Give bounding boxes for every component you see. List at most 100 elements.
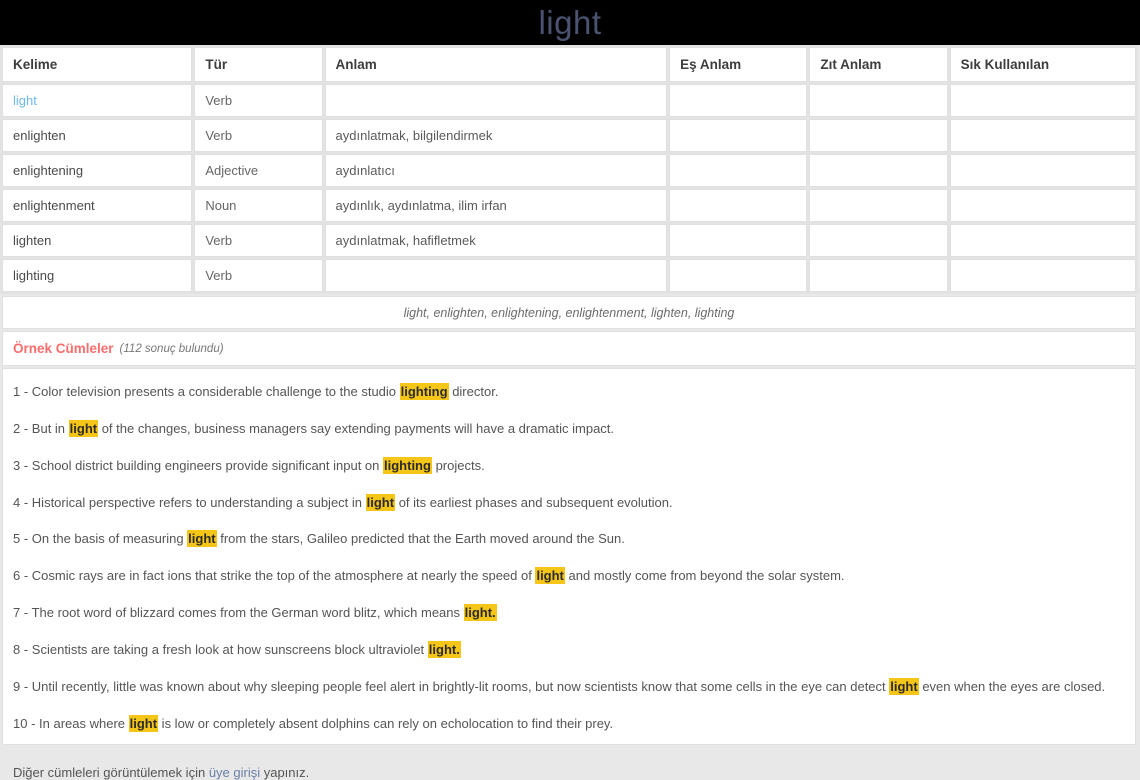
column-header-sik-kullanilan: Sık Kullanılan xyxy=(949,47,1136,82)
highlighted-term: light xyxy=(128,714,159,732)
cell-tur: Noun xyxy=(194,189,323,222)
table-row: lighten Verb aydınlatmak, hafifletmek xyxy=(2,224,1136,257)
table-row: enlighten Verb aydınlatmak, bilgilendirmek xyxy=(2,119,1136,152)
sentence-text-after: even when the eyes are closed. xyxy=(918,678,1106,694)
cell-tur: Verb xyxy=(194,224,323,257)
cell-zit-anlam xyxy=(809,119,948,152)
cell-es-anlam xyxy=(669,259,808,292)
sentence-text-before: Color television presents a considerable… xyxy=(31,384,400,399)
highlighted-term: light xyxy=(365,493,396,511)
table-row: enlightenment Noun aydınlık, aydınlatma, i… xyxy=(2,189,1136,222)
sentence-text-before: Cosmic rays are in fact ions that strike… xyxy=(31,568,536,584)
example-sentence: 6 - Cosmic rays are in fact ions that st… xyxy=(13,567,1125,586)
word-table: Kelime Tür Anlam Eş Anlam Zıt Anlam Sık … xyxy=(0,45,1138,294)
sentence-text-after: from the stars, Galileo predicted that t… xyxy=(216,531,625,547)
cell-sik-kullanilan xyxy=(949,119,1136,152)
cell-kelime: enlighten xyxy=(2,119,193,152)
sentence-number: 10 - xyxy=(13,715,40,731)
sentence-text-before: The root word of blizzard comes from the… xyxy=(31,605,464,621)
sentence-number: 6 - xyxy=(13,568,32,584)
cell-kelime: lighten xyxy=(2,224,193,257)
sentence-number: 4 - xyxy=(13,494,32,510)
example-sentence: 3 - School district building engineers p… xyxy=(13,456,1125,476)
cell-zit-anlam xyxy=(809,189,948,222)
sentence-number: 8 - xyxy=(13,641,32,657)
word-table-body: light Verb enlighten Verb aydınlatmak, bilgi… xyxy=(2,84,1136,292)
sentence-text-after: and mostly come from beyond the solar sy… xyxy=(564,568,845,584)
cell-zit-anlam xyxy=(809,84,948,117)
cell-zit-anlam xyxy=(809,224,948,257)
cell-es-anlam xyxy=(669,189,808,222)
column-header-kelime: Kelime xyxy=(2,47,193,82)
highlighted-term: light. xyxy=(427,640,461,658)
login-note-before: Diğer cümleleri görüntülemek için xyxy=(13,765,209,780)
table-header-row: Kelime Tür Anlam Eş Anlam Zıt Anlam Sık … xyxy=(2,47,1136,82)
cell-tur: Adjective xyxy=(194,154,323,187)
login-note: Diğer cümleleri görüntülemek için üye gi… xyxy=(13,765,1125,780)
examples-title: Örnek Cümleler xyxy=(13,341,114,356)
highlighted-term: lighting xyxy=(383,456,432,474)
cell-sik-kullanilan xyxy=(949,224,1136,257)
sentence-number: 7 - xyxy=(13,605,32,621)
cell-zit-anlam xyxy=(809,259,948,292)
cell-anlam: aydınlık, aydınlatma, ilim irfan xyxy=(324,189,668,222)
highlighted-term: light xyxy=(535,567,565,585)
examples-result-count: (112 sonuç bulundu) xyxy=(119,342,224,355)
cell-tur: Verb xyxy=(194,119,323,152)
table-row: enlightening Adjective aydınlatıcı xyxy=(2,154,1136,187)
example-sentence: 2 - But in light of the changes, busines… xyxy=(13,419,1125,439)
example-sentence: 9 - Until recently, little was known abo… xyxy=(13,677,1125,697)
sentence-number: 9 - xyxy=(13,678,32,694)
cell-sik-kullanilan xyxy=(949,189,1136,222)
sentence-text-before: But in xyxy=(31,420,69,436)
cell-sik-kullanilan xyxy=(949,84,1136,117)
word-table-header: Kelime Tür Anlam Eş Anlam Zıt Anlam Sık … xyxy=(2,47,1136,82)
cell-kelime: lighting xyxy=(2,259,193,292)
login-note-after: yapınız. xyxy=(260,765,310,780)
word-forms-text: light, enlighten, enlightening, enlighte… xyxy=(403,305,735,320)
cell-anlam: aydınlatıcı xyxy=(324,154,668,187)
sentence-text-after: of its earliest phases and subsequent ev… xyxy=(395,494,673,510)
cell-anlam: aydınlatmak, bilgilendirmek xyxy=(324,119,668,152)
sentence-text-after: projects. xyxy=(431,457,485,473)
example-sentence: 7 - The root word of blizzard comes from… xyxy=(13,604,1125,623)
cell-es-anlam xyxy=(669,154,808,187)
highlighted-term: light. xyxy=(463,604,497,622)
cell-kelime: enlightening xyxy=(2,154,193,187)
cell-es-anlam xyxy=(669,224,808,257)
column-header-tur: Tür xyxy=(194,47,323,82)
cell-es-anlam xyxy=(669,84,808,117)
cell-kelime: enlightenment xyxy=(2,189,193,222)
example-sentence: 8 - Scientists are taking a fresh look a… xyxy=(13,640,1125,660)
sentence-text-after: of the changes, business managers say ex… xyxy=(98,420,615,436)
highlighted-term: light xyxy=(68,419,99,437)
word-forms-row: light, enlighten, enlightening, enlighte… xyxy=(2,296,1136,329)
sentence-text-before: Historical perspective refers to underst… xyxy=(31,494,366,510)
cell-tur: Verb xyxy=(194,84,323,117)
page-title: light xyxy=(538,4,602,41)
sentence-text-before: Until recently, little was known about w… xyxy=(31,678,890,694)
example-sentence: 10 - In areas where light is low or comp… xyxy=(13,714,1125,734)
sentence-number: 2 - xyxy=(13,420,32,436)
highlighted-term: light xyxy=(889,677,919,695)
cell-sik-kullanilan xyxy=(949,259,1136,292)
column-header-anlam: Anlam xyxy=(324,47,668,82)
sentence-text-before: Scientists are taking a fresh look at ho… xyxy=(31,641,428,657)
page-header: light xyxy=(0,0,1140,45)
cell-anlam xyxy=(324,259,668,292)
table-row: light Verb xyxy=(2,84,1136,117)
highlighted-term: light xyxy=(187,530,217,548)
sentence-text-after: is low or completely absent dolphins can… xyxy=(158,715,614,731)
cell-zit-anlam xyxy=(809,154,948,187)
member-login-link[interactable]: üye girişi xyxy=(209,765,260,780)
cell-kelime[interactable]: light xyxy=(2,84,193,117)
example-sentence: 1 - Color television presents a consider… xyxy=(13,383,1125,402)
table-row: lighting Verb xyxy=(2,259,1136,292)
column-header-zit-anlam: Zıt Anlam xyxy=(809,47,948,82)
highlighted-term: lighting xyxy=(399,383,449,400)
example-sentence: 4 - Historical perspective refers to und… xyxy=(13,493,1125,513)
cell-anlam: aydınlatmak, hafifletmek xyxy=(324,224,668,257)
cell-anlam xyxy=(324,84,668,117)
cell-tur: Verb xyxy=(194,259,323,292)
cell-es-anlam xyxy=(669,119,808,152)
